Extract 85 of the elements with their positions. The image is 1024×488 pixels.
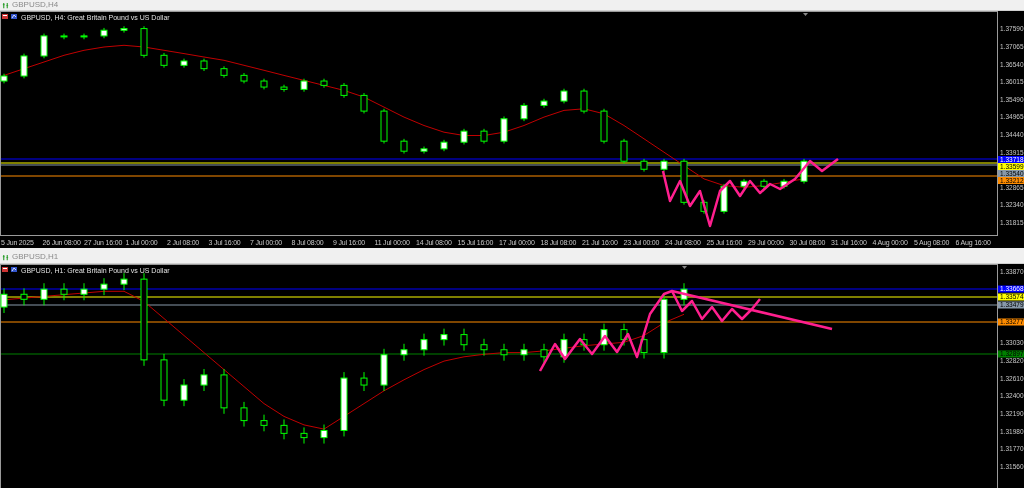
candle [720,183,728,215]
candle [460,328,468,352]
candle [20,287,28,306]
candle [340,82,348,99]
candle [520,102,528,122]
candle [120,25,128,34]
window-title: GBPUSD,H4 [12,1,59,9]
chart-shift-icon [682,266,687,269]
candle [680,158,688,206]
candle [420,333,428,357]
symbol-icon [2,14,8,19]
candle [320,78,328,89]
candle [300,426,308,445]
candle [440,139,448,152]
candle [680,282,688,306]
candle [240,401,248,428]
candle [740,178,748,190]
candle [480,128,488,144]
candle [380,348,388,392]
candle [200,368,208,392]
candle [80,33,88,40]
candle [60,282,68,301]
chart-icon [2,1,9,9]
candle [620,138,628,165]
candle [380,108,388,144]
candle [80,282,88,301]
candle [40,33,48,59]
candle [200,58,208,72]
candle [320,424,328,445]
candle [360,371,368,392]
candle [460,128,468,145]
candle [420,146,428,155]
candle [280,84,288,93]
candle [140,25,148,59]
candle [100,277,108,296]
candle [560,88,568,104]
candle [640,333,648,359]
candle [260,78,268,90]
candle [340,371,348,437]
candle [500,343,508,362]
chart-icon [2,253,9,261]
candle [600,108,608,144]
candle [800,158,808,185]
candle [0,287,8,314]
candle [600,323,608,352]
candle [700,199,708,215]
candle [760,178,768,190]
candle [520,343,528,362]
candle [0,73,8,84]
candle [220,65,228,79]
candle [580,333,588,352]
candle [640,158,648,173]
chart-type-icon [11,267,17,272]
candle [240,72,248,84]
candle [560,333,568,364]
candle [780,178,788,190]
candle [160,52,168,69]
chart-type-icon [11,14,17,19]
candle [160,353,168,407]
candle [660,158,668,173]
candle [260,414,268,432]
candle [620,323,628,347]
candle [300,78,308,93]
candle [40,282,48,306]
candle [400,343,408,362]
candle [180,378,188,407]
candle [480,338,488,357]
candle [280,418,288,440]
candle [180,58,188,69]
candle [120,272,128,291]
candle [220,368,228,415]
candle [540,343,548,364]
candle [500,115,508,144]
candle [440,328,448,347]
candle [100,27,108,39]
candle [580,88,588,114]
candle [360,92,368,114]
candle [20,53,28,79]
symbol-icon [2,267,8,272]
window-title: GBPUSD,H1 [12,253,59,261]
candle [540,98,548,109]
candle [60,33,68,40]
chart-shift-icon [803,13,808,16]
candle [400,138,408,155]
candle [660,292,668,359]
